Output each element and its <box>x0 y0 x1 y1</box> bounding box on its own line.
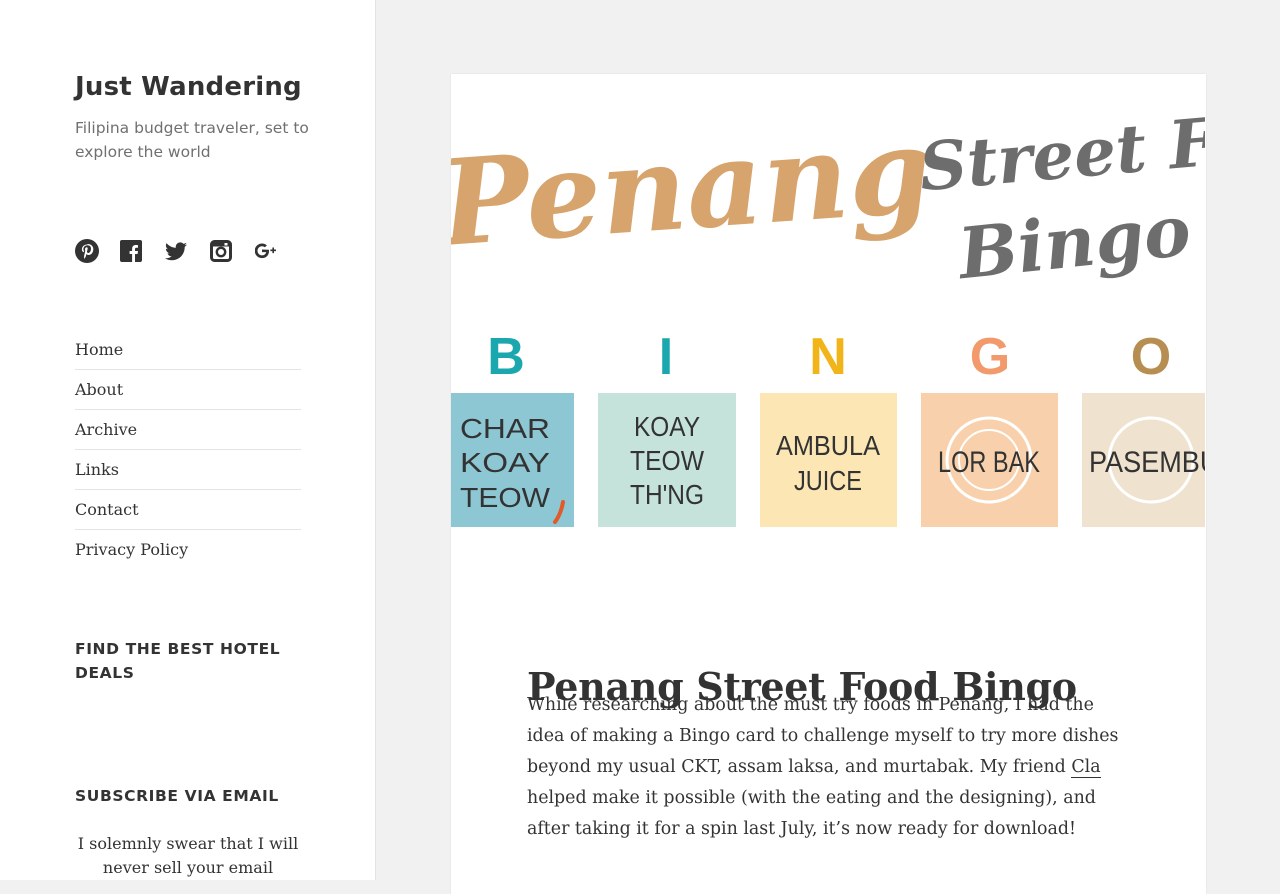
bingo-tile-char-koay-teow: CHAR KOAY TEOW <box>451 393 574 527</box>
pinterest-icon <box>75 239 99 263</box>
menu-item-contact[interactable]: Contact <box>75 490 301 530</box>
menu-item-privacy-policy[interactable]: Privacy Policy <box>75 530 301 569</box>
facebook-link[interactable] <box>120 238 165 264</box>
facebook-icon <box>120 240 142 262</box>
menu-item-about[interactable]: About <box>75 370 301 410</box>
site-title[interactable]: Just Wandering <box>75 72 302 102</box>
menu-item-archive[interactable]: Archive <box>75 410 301 450</box>
bingo-tile-ambula-juice: AMBULA JUICE <box>760 393 897 527</box>
friend-link[interactable]: Cla <box>1071 757 1101 778</box>
subscribe-text: I solemnly swear that I will never sell … <box>77 834 299 877</box>
site-tagline: Filipina budget traveler, set to explore… <box>75 119 309 161</box>
bingo-tile-lor-bak: LOR BAK <box>921 393 1058 527</box>
tile-text: JUICE <box>794 465 862 496</box>
tile-text: LOR BAK <box>938 446 1040 479</box>
bingo-tile-koay-teow-thng: KOAY TEOW TH'NG <box>598 393 736 527</box>
twitter-link[interactable] <box>165 238 210 264</box>
post-body-text-1: While researching about the must try foo… <box>527 695 1119 777</box>
featured-image[interactable]: Penang Street Food Bingo B I N G O CHAR … <box>451 74 1205 529</box>
tile-text: TEOW <box>460 482 551 513</box>
sidebar: Just Wandering Filipina budget traveler,… <box>0 0 376 880</box>
twitter-icon <box>165 241 187 260</box>
bingo-letter-o: O <box>1131 328 1171 386</box>
social-links <box>75 238 300 264</box>
bingo-letter-i: I <box>659 328 673 386</box>
tile-text: KOAY <box>634 411 700 442</box>
hotel-deals-widget-title: FIND THE BEST HOTEL DEALS <box>75 640 281 682</box>
menu-item-home[interactable]: Home <box>75 330 301 370</box>
tile-text: PASEMBUR <box>1089 446 1205 479</box>
instagram-link[interactable] <box>210 238 255 264</box>
tile-text: CHAR <box>460 413 550 444</box>
tile-text: KOAY <box>460 447 550 478</box>
tile-text: TH'NG <box>630 479 704 510</box>
tile-text: TEOW <box>630 445 704 476</box>
instagram-icon <box>210 240 232 262</box>
bingo-letter-g: G <box>970 328 1010 386</box>
pinterest-link[interactable] <box>75 238 120 264</box>
main-menu: Home About Archive Links Contact Privacy… <box>75 330 301 569</box>
bingo-letter-b: B <box>487 328 525 386</box>
bingo-letter-n: N <box>809 328 847 386</box>
google-plus-icon <box>255 243 276 259</box>
tile-text: AMBULA <box>776 430 880 461</box>
bingo-card-image: Penang Street Food Bingo B I N G O CHAR … <box>451 74 1205 529</box>
subscribe-widget-title: SUBSCRIBE VIA EMAIL <box>75 787 279 805</box>
post-card: Penang Street Food Bingo B I N G O CHAR … <box>451 74 1206 894</box>
post-body: While researching about the must try foo… <box>527 690 1131 845</box>
post-body-text-2: helped make it possible (with the eating… <box>527 788 1096 839</box>
bingo-tile-pasembur: PASEMBUR <box>1082 393 1205 527</box>
google-plus-link[interactable] <box>255 238 300 264</box>
menu-item-links[interactable]: Links <box>75 450 301 490</box>
